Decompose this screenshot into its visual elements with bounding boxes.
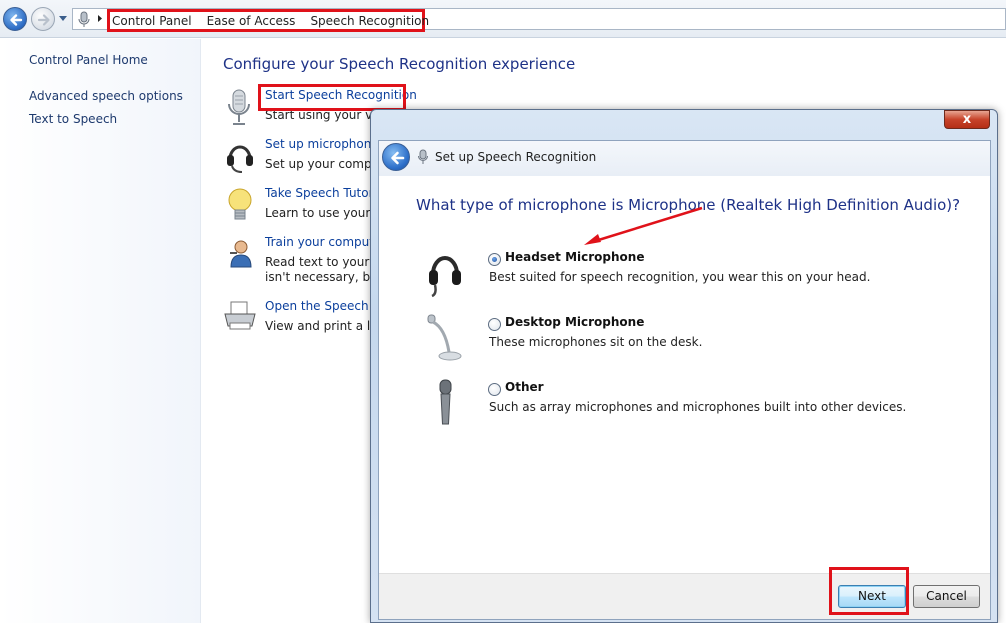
dialog-title: Set up Speech Recognition [435, 150, 597, 164]
text-to-speech-link[interactable]: Text to Speech [29, 112, 117, 126]
dialog-header: Set up Speech Recognition [379, 141, 990, 176]
chevron-right-icon[interactable] [97, 14, 103, 23]
headset-microphone-radio[interactable] [488, 253, 501, 266]
option-description: Such as array microphones and microphone… [489, 400, 907, 414]
highlight-box [258, 84, 406, 111]
person-icon [230, 240, 252, 268]
lightbulb-icon [228, 188, 252, 220]
take-speech-tutorial-link[interactable]: Take Speech Tutoria [265, 186, 384, 200]
setup-speech-recognition-dialog: x Set up Speech Recognition What type of… [370, 109, 998, 623]
breadcrumb-ease-of-access[interactable]: Ease of Access [207, 14, 296, 28]
desktop-microphone-icon [427, 314, 462, 361]
back-arrow-icon [391, 151, 405, 165]
desktop-microphone-radio[interactable] [488, 318, 501, 331]
forward-button[interactable] [31, 7, 55, 31]
other-microphone-radio[interactable] [488, 383, 501, 396]
task-description-line: Read text to your co [265, 255, 388, 269]
back-arrow-icon [10, 14, 23, 26]
advanced-speech-options-link[interactable]: Advanced speech options [29, 89, 183, 103]
control-panel-home-link[interactable]: Control Panel Home [29, 53, 148, 67]
highlight-box [829, 567, 909, 615]
option-label[interactable]: Other [505, 380, 544, 394]
breadcrumb-control-panel[interactable]: Control Panel [112, 14, 192, 28]
task-description: View and print a list [265, 319, 385, 333]
microphone-icon [78, 11, 90, 27]
option-description: Best suited for speech recognition, you … [489, 270, 871, 284]
task-description-line: isn't necessary, but [265, 270, 383, 284]
forward-arrow-icon [37, 14, 50, 26]
back-button[interactable] [3, 7, 27, 31]
option-label[interactable]: Desktop Microphone [505, 315, 644, 329]
headset-microphone-icon [429, 256, 461, 298]
task-description: Set up your comput [265, 157, 384, 171]
breadcrumb-speech-recognition[interactable]: Speech Recognition [310, 14, 429, 28]
task-description: Read text to your co isn't necessary, but [265, 255, 387, 285]
option-description: These microphones sit on the desk. [489, 335, 703, 349]
left-navigation-pane: Control Panel Home Advanced speech optio… [0, 39, 201, 623]
address-bar: Control Panel Ease of Access Speech Reco… [0, 0, 1006, 38]
breadcrumb: Control Panel Ease of Access Speech Reco… [107, 9, 429, 32]
back-button[interactable] [382, 143, 410, 171]
train-your-computer-link[interactable]: Train your compute [265, 235, 381, 249]
annotation-arrow-icon [584, 206, 703, 245]
headset-icon [227, 145, 253, 173]
handheld-microphone-icon [439, 379, 452, 425]
microphone-icon [228, 89, 250, 125]
printer-icon [224, 301, 256, 330]
close-button[interactable]: x [944, 110, 990, 129]
microphone-icon [418, 149, 428, 164]
page-title: Configure your Speech Recognition experi… [223, 55, 576, 73]
set-up-microphone-link[interactable]: Set up microphone [265, 137, 379, 151]
recent-pages-dropdown-icon[interactable] [58, 15, 68, 23]
cancel-button[interactable]: Cancel [913, 585, 980, 608]
